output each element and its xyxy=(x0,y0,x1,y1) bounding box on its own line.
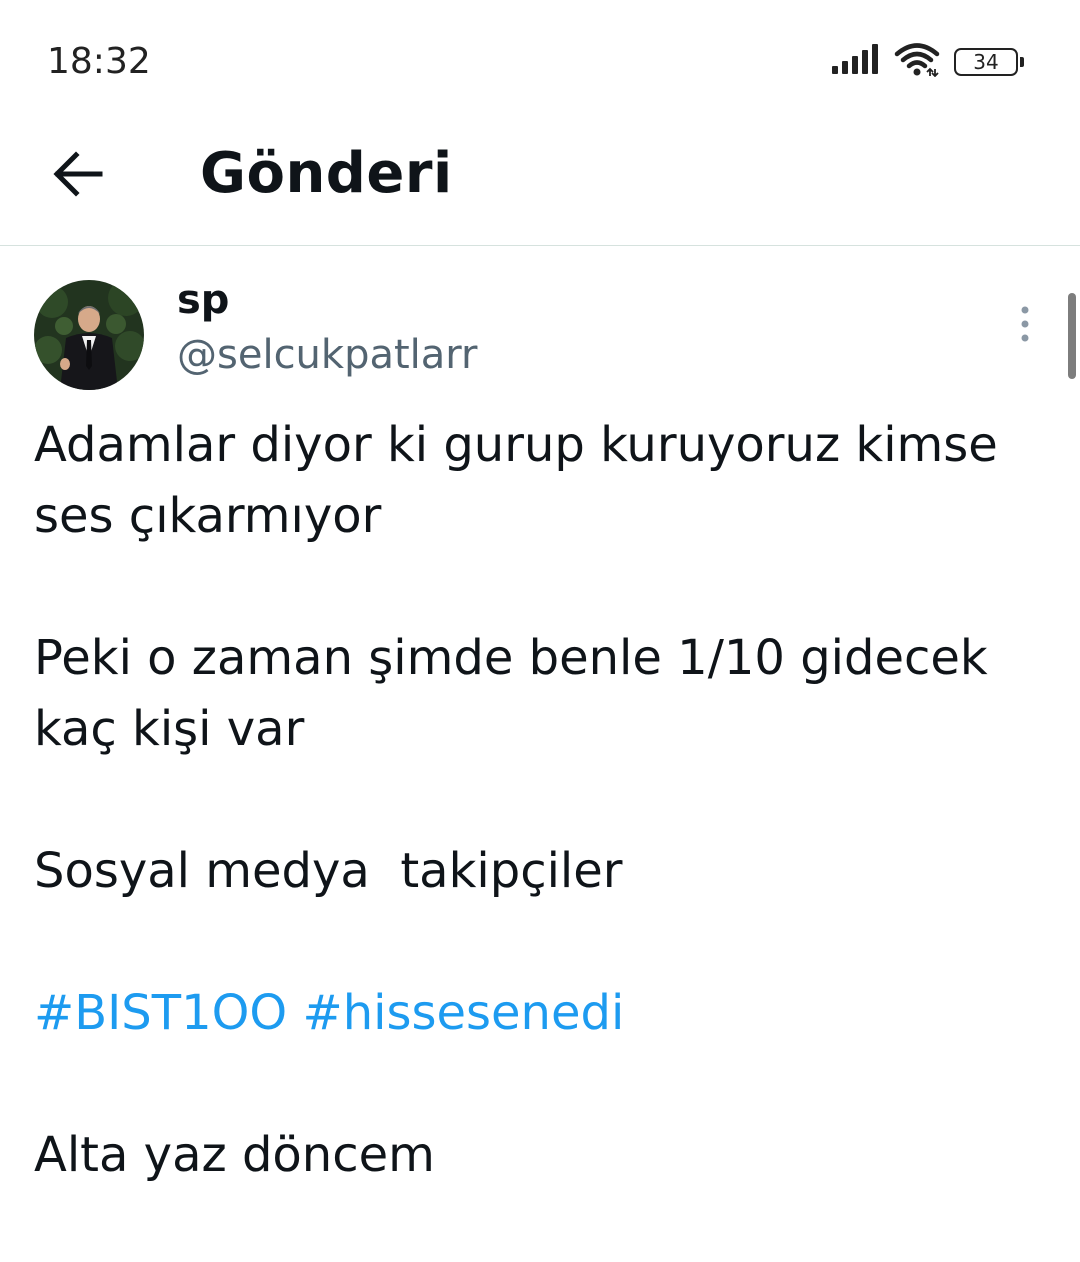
author-handle[interactable]: @selcukpatlarr xyxy=(177,330,477,380)
battery-level: 34 xyxy=(973,50,999,74)
post-paragraph: Adamlar diyor ki gurup kuruyoruz kimse s… xyxy=(34,417,1014,544)
scrollbar-thumb[interactable] xyxy=(1068,293,1076,379)
wifi-icon xyxy=(894,43,940,81)
more-vertical-icon xyxy=(1021,306,1029,342)
battery-icon: 34 xyxy=(954,48,1024,76)
post-paragraph: Alta yaz döncem xyxy=(34,1127,435,1183)
status-time: 18:32 xyxy=(47,41,151,82)
status-icons: 34 xyxy=(832,42,1024,82)
page-title: Gönderi xyxy=(200,141,453,206)
post-paragraph: Peki o zaman şimde benle 1/10 gidecek ka… xyxy=(34,630,1003,757)
hashtag-hissesenedi[interactable]: #hissesenedi xyxy=(302,985,624,1041)
back-button[interactable] xyxy=(50,148,106,200)
author-name[interactable]: sp xyxy=(177,276,229,324)
hashtag-bist100[interactable]: #BIST1OO xyxy=(34,985,287,1041)
arrow-left-icon xyxy=(53,151,103,197)
post-paragraph: Sosyal medya takipçiler xyxy=(34,843,623,899)
status-bar: 18:32 34 xyxy=(0,0,1080,110)
post-text: Adamlar diyor ki gurup kuruyoruz kimse s… xyxy=(34,410,1044,1262)
more-button[interactable] xyxy=(1008,304,1042,344)
signal-icon xyxy=(832,44,880,80)
post: sp @selcukpatlarr Adamlar diyor ki gurup… xyxy=(0,246,1080,1200)
post-hashtags: #BIST1OO #hissesenedi xyxy=(34,978,1044,1049)
avatar[interactable] xyxy=(34,280,144,390)
top-app-bar: Gönderi xyxy=(0,110,1080,246)
